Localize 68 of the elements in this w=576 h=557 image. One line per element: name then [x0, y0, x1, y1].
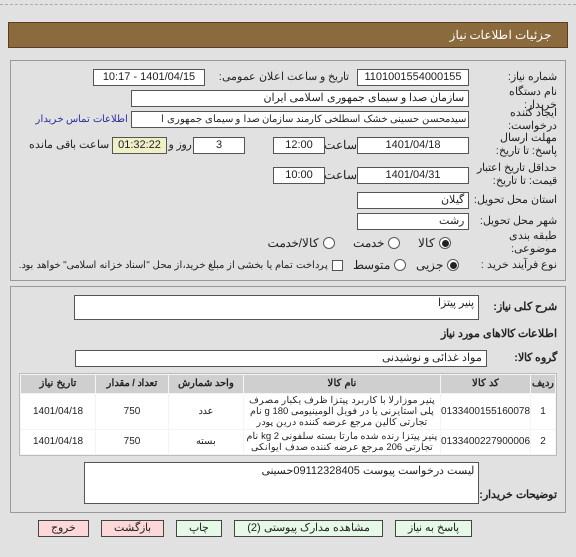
radio-label: جزیی [416, 257, 443, 274]
field-label: گروه کالا: [514, 350, 557, 366]
validity-date-field: 1401/04/31 [357, 166, 469, 184]
section-heading: اطلاعات کالاهای مورد نیاز [440, 327, 557, 342]
time-label: ساعت [325, 167, 357, 184]
field-label: شماره نیاز: [508, 71, 557, 84]
table-cell: 0133400155160078 [441, 394, 530, 428]
column-header: کد کالا [441, 374, 530, 392]
radio-button[interactable] [323, 237, 335, 249]
action-button[interactable]: چاپ [176, 520, 222, 536]
column-header: تعداد / مقدار [96, 374, 168, 392]
column-header: واحد شمارش [169, 374, 243, 392]
field-label: توضیحات خریدار: [479, 488, 557, 503]
table-cell: 750 [96, 394, 168, 428]
province-field: گیلان [357, 192, 469, 209]
header-title: جزئیات اطلاعات نیاز [449, 27, 551, 44]
time-label: ساعت [325, 137, 357, 154]
table-cell: 2 [531, 430, 555, 454]
field-label: مهلت ارسال پاسخ: تا تاریخ: [494, 132, 557, 158]
announce-date-field: 1401/04/15 - 10:17 [93, 69, 205, 86]
buyer-contact-link[interactable]: اطلاعات تماس خریدار [35, 112, 128, 127]
radio-label: کالا/خدمت [268, 235, 319, 252]
field-label: حداقل تاریخ اعتبار قیمت: تا تاریخ: [476, 162, 557, 188]
field-label: شهر محل تحویل: [480, 215, 557, 228]
radio-label: کالا [418, 235, 435, 252]
radio-button[interactable] [388, 237, 400, 249]
radio-label: خدمت [353, 235, 384, 252]
field-label: طبقه بندی موضوعی: [508, 230, 557, 256]
column-header: ردیف [531, 374, 555, 392]
table-cell: 750 [96, 430, 168, 454]
table-cell: بسته [169, 430, 243, 454]
deadline-time-field: 12:00 [273, 136, 325, 154]
goods-group-field: مواد غذائی و نوشیدنی [75, 350, 487, 366]
table-cell: 1 [531, 394, 555, 428]
table-cell: 1401/04/18 [21, 394, 95, 428]
deadline-date-field: 1401/04/18 [357, 136, 469, 154]
action-button[interactable]: مشاهده مدارک پیوستی (2) [234, 520, 383, 536]
checkbox-label: پرداخت تمام یا بخشی از مبلغ خرید،از محل "اسناد خزانه اسلامی" خواهد بود. [18, 258, 328, 272]
checkbox[interactable] [332, 260, 343, 270]
days-label: روز و [167, 138, 193, 153]
action-button[interactable]: خروج [38, 520, 90, 536]
action-button[interactable]: بازگشت [101, 520, 164, 536]
summary-field: پنیر پیتزا [74, 295, 479, 320]
radio-button[interactable] [394, 259, 406, 271]
creator-field: سیدمحسن حسینی خشک اسطلخی کارمند سازمان صدا و سیمای جمهوری ا [131, 111, 469, 128]
radio-button[interactable] [447, 259, 459, 271]
field-label: تاریخ و ساعت اعلان عمومی: [218, 70, 349, 86]
radio-button[interactable] [439, 237, 451, 249]
days-field: 3 [193, 136, 245, 154]
column-header: نام کالا [244, 374, 440, 392]
field-label: نوع فرآیند خرید : [480, 258, 557, 272]
remaining-time-field: 01:32:22 [112, 136, 167, 154]
city-field: رشت [357, 213, 469, 230]
table-cell: پنیر موزارلا با کاربرد پیتزا ظرف یکبار مصرف پلی استایرنی یا در فویل الومینیومی 180 g نام تجارتی کالین مرجع عرضه کننده درین پودر [244, 394, 440, 428]
action-button[interactable]: پاسخ به نیاز [394, 520, 472, 536]
field-label: شرح کلی نیاز: [493, 300, 557, 316]
column-header: تاریخ نیاز [21, 374, 95, 392]
table-cell: عدد [169, 394, 243, 428]
radio-label: متوسط [353, 257, 390, 274]
validity-time-field: 10:00 [273, 166, 325, 184]
table-cell: پنیر پیتزا رنده شده مارتا بسته سلفونی 2 kg نام تجارتی 206 مرجع عرضه کننده صدف ایوانکی [244, 430, 440, 454]
need-number-field: 1101001554000155 [357, 69, 469, 86]
buyer-field: سازمان صدا و سیمای جمهوری اسلامی ایران [131, 90, 469, 107]
buyer-notes-field: لیست درخواست پیوست 09112328405حسینی [84, 462, 479, 504]
table-cell: 0133400227900006 [441, 430, 530, 454]
field-label: استان محل تحویل: [474, 194, 557, 207]
remaining-label: ساعت باقی مانده [28, 138, 109, 153]
table-cell: 1401/04/18 [21, 430, 95, 454]
